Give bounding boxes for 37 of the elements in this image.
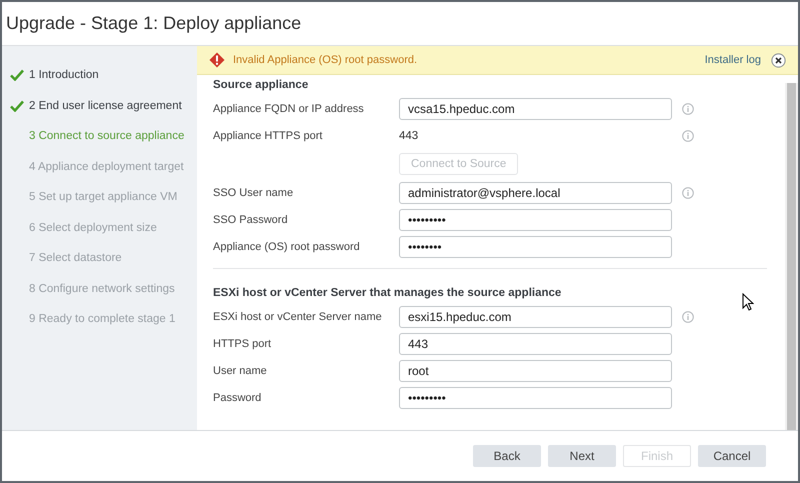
error-message: Invalid Appliance (OS) root password. [233,54,418,66]
check-icon [10,100,24,112]
scrollbar[interactable] [785,83,798,430]
field-label: Appliance (OS) root password [213,240,361,252]
close-icon[interactable] [771,52,786,68]
cursor-icon [742,293,754,311]
info-icon[interactable] [682,186,694,198]
info-icon[interactable] [682,310,694,322]
input-field[interactable]: root [399,360,672,382]
input-field[interactable]: •••••••• [399,236,672,258]
input-field[interactable]: vcsa15.hpeduc.com [399,98,672,120]
section-heading: ESXi host or vCenter Server that manages the source appliance [213,286,562,301]
footer-button[interactable]: Back [473,445,541,467]
installer-log-link[interactable]: Installer log [704,54,761,66]
field-label: ESXi host or vCenter Server name [213,310,383,322]
input-field[interactable]: ••••••••• [399,208,672,230]
field-label: Appliance FQDN or IP address [213,102,365,114]
section-heading: Source appliance [213,78,308,93]
input-field[interactable]: esxi15.hpeduc.com [399,306,672,328]
step-item[interactable]: 2 End user license agreement [29,100,182,112]
field-label: SSO User name [213,186,294,198]
info-icon[interactable] [682,102,694,114]
field-label: SSO Password [213,214,289,226]
field-label: User name [213,364,268,376]
field-value: 443 [399,130,420,142]
info-icon[interactable] [682,130,694,142]
check-icon [10,69,24,82]
step-item[interactable]: 1 Introduction [29,69,99,82]
field-label: Appliance HTTPS port [213,130,324,142]
input-field[interactable]: 443 [399,332,672,354]
footer-button[interactable]: Cancel [698,445,766,467]
field-label: Password [213,392,262,404]
input-field[interactable]: ••••••••• [399,386,672,408]
field-label: HTTPS port [213,338,272,350]
input-field[interactable]: administrator@vsphere.local [399,182,672,204]
error-icon [209,52,225,68]
footer-button[interactable]: Next [548,445,616,467]
